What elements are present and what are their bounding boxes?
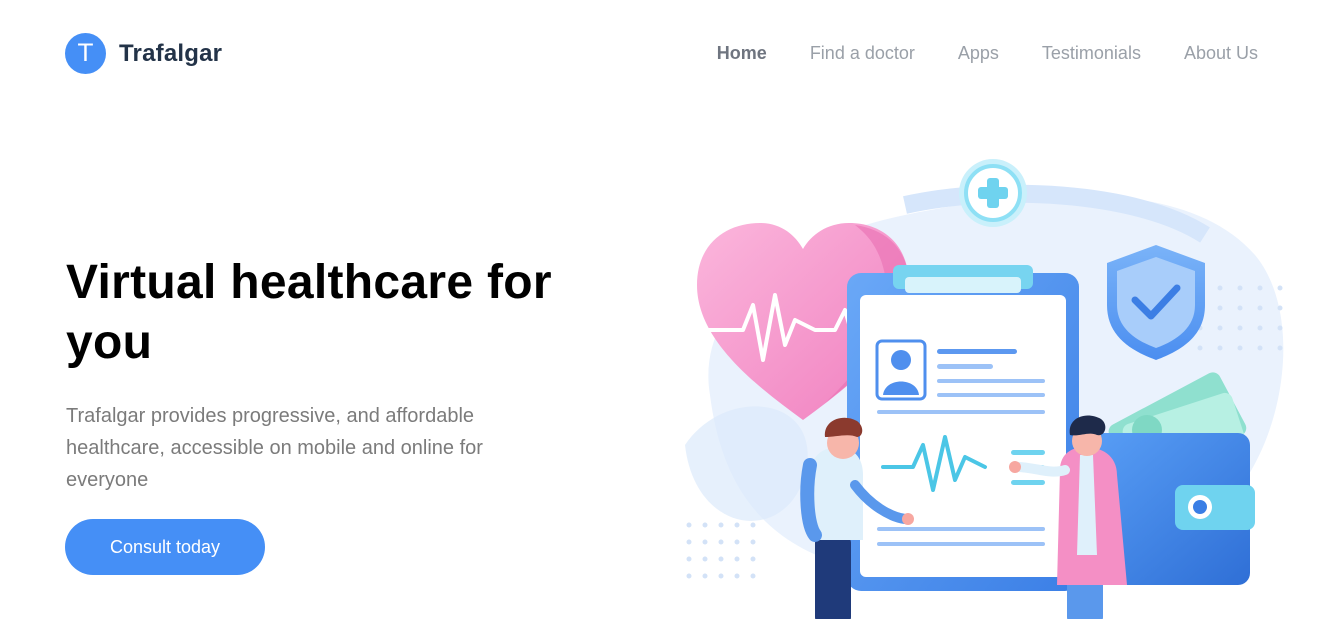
brand-name: Trafalgar xyxy=(119,39,223,67)
hero-title-line1: Virtual healthcare for xyxy=(66,256,552,309)
nav-item-testimonials[interactable]: Testimonials xyxy=(1042,41,1141,65)
site-header: T Trafalgar Home Find a doctor Apps Test… xyxy=(0,0,1335,108)
nav-item-apps[interactable]: Apps xyxy=(958,41,999,65)
hero-title-line2: you xyxy=(66,316,153,369)
clipboard-icon xyxy=(847,265,1079,591)
nav-item-home[interactable]: Home xyxy=(717,41,767,65)
main-nav: Home Find a doctor Apps Testimonials Abo… xyxy=(717,41,1258,65)
consult-today-button[interactable]: Consult today xyxy=(65,519,265,575)
hero-description: Trafalgar provides progressive, and affo… xyxy=(66,405,483,491)
medical-cross-icon xyxy=(959,159,1027,227)
hero-title: Virtual healthcare for you xyxy=(66,253,606,373)
nav-item-find-a-doctor[interactable]: Find a doctor xyxy=(810,41,915,65)
brand-logo[interactable]: T Trafalgar xyxy=(65,33,222,74)
nav-item-about-us[interactable]: About Us xyxy=(1184,41,1258,65)
dot-grid-left xyxy=(686,522,756,579)
hero-illustration xyxy=(685,159,1284,619)
logo-mark-icon: T xyxy=(65,33,106,74)
